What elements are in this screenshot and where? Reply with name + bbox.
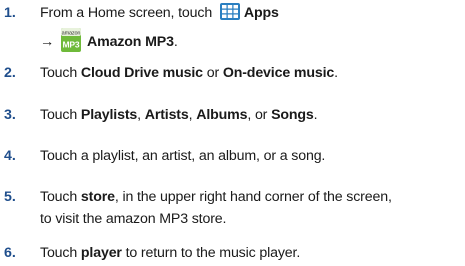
step-line: Touch player to return to the music play… [40, 245, 301, 261]
step-number: 6. [4, 245, 16, 261]
arrow-right-icon: → [40, 34, 55, 50]
step-number: 4. [4, 148, 16, 164]
step-line: Touch Cloud Drive music or On-device mus… [40, 65, 338, 81]
step-line: Touch store, in the upper right hand cor… [40, 189, 392, 205]
step-line: Touch a playlist, an artist, an album, o… [40, 148, 326, 164]
apps-label: Apps [243, 5, 279, 21]
step-line: to visit the amazon MP3 store. [40, 211, 227, 227]
amazon-mp3-icon: amazon MP3 [61, 28, 82, 52]
step-number: 5. [4, 189, 16, 205]
apps-grid-icon [219, 3, 240, 20]
svg-text:MP3: MP3 [63, 40, 80, 50]
step-line: → amazon MP3 Amazon MP3. [40, 28, 178, 53]
amazon-mp3-label: Amazon MP3 [87, 34, 174, 50]
step-line: Touch Playlists, Artists, Albums, or Son… [40, 107, 318, 123]
step-number: 2. [4, 65, 16, 81]
step-number: 1. [4, 5, 16, 21]
step-number: 3. [4, 107, 16, 123]
svg-text:amazon: amazon [62, 31, 81, 37]
step-line: From a Home screen, touch Apps [40, 3, 279, 21]
